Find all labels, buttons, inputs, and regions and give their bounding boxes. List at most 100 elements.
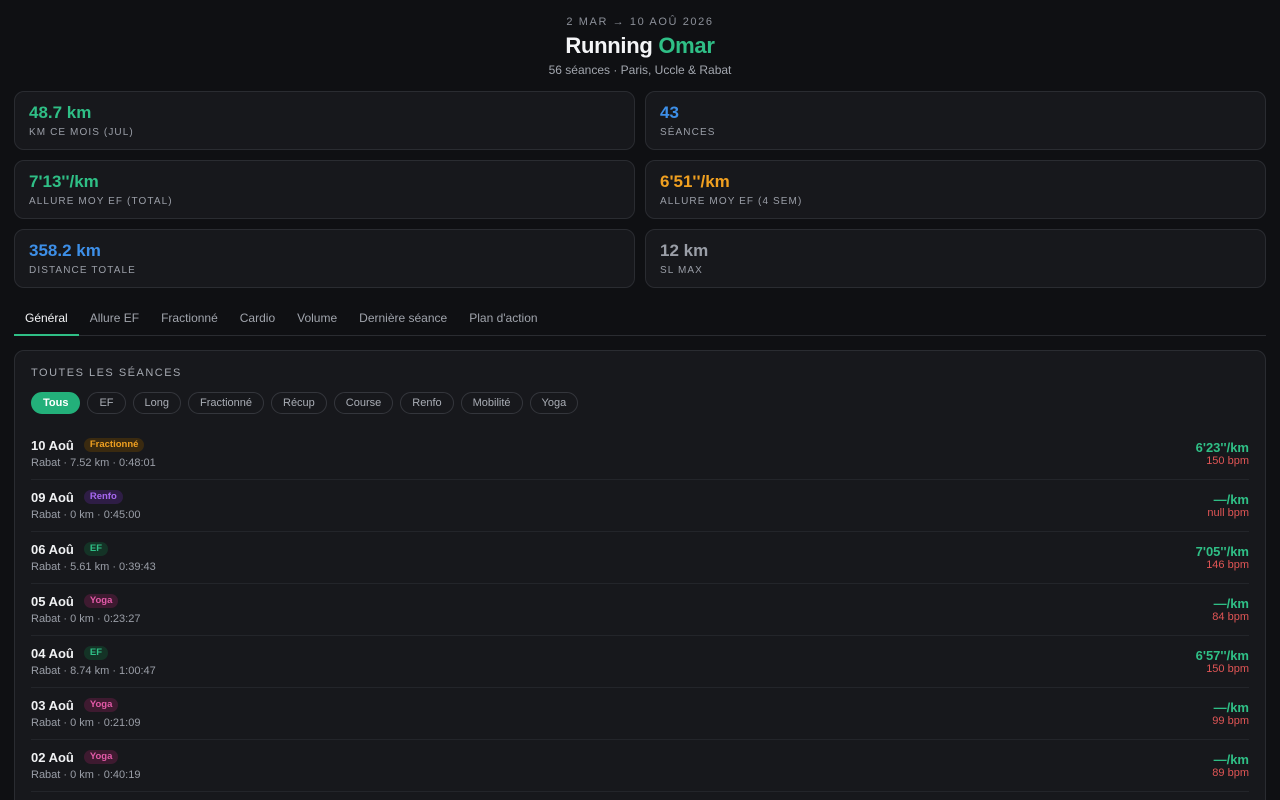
session-bpm: 146 bpm <box>1206 559 1249 571</box>
session-pace: 6'23''/km <box>1195 440 1249 455</box>
session-info: 03 Aoû Yoga Rabat · 0 km · 0:21:09 <box>31 697 140 739</box>
session-info: 06 Aoû EF Rabat · 5.61 km · 0:39:43 <box>31 541 156 583</box>
session-heading: 02 Aoû Yoga <box>31 749 140 765</box>
stat-card: 12 km SL MAX <box>645 229 1266 288</box>
tab-cardio[interactable]: Cardio <box>229 301 286 336</box>
stat-value: 6'51''/km <box>660 172 730 191</box>
session-type-badge: EF <box>83 646 108 660</box>
panel-title: TOUTES LES SÉANCES <box>31 367 182 379</box>
session-bpm: 99 bpm <box>1212 715 1249 727</box>
session-stats: —/km null bpm <box>1207 489 1249 531</box>
session-date: 09 Aoû <box>31 489 74 505</box>
filter-chip-fractionn-[interactable]: Fractionné <box>188 392 264 414</box>
sessions-list: 10 Aoû Fractionné Rabat · 7.52 km · 0:48:0… <box>31 428 1249 792</box>
page: 2 MAR → 10 AOÛ 2026 Running Omar 56 séan… <box>0 0 1280 800</box>
session-date: 04 Aoû <box>31 645 74 661</box>
session-meta: Rabat · 0 km · 0:23:27 <box>31 613 141 625</box>
session-info: 05 Aoû Yoga Rabat · 0 km · 0:23:27 <box>31 593 140 635</box>
stat-value: 7'13''/km <box>29 172 99 191</box>
stat-card: 7'13''/km ALLURE MOY EF (TOTAL) <box>14 160 635 219</box>
title-main: Running <box>565 33 653 58</box>
session-row[interactable]: 06 Aoû EF Rabat · 5.61 km · 0:39:43 7'05''/… <box>31 532 1249 584</box>
date-range: 2 MAR → 10 AOÛ 2026 <box>566 16 714 28</box>
session-row[interactable]: 03 Aoû Yoga Rabat · 0 km · 0:21:09 —/km 99 b… <box>31 688 1249 740</box>
session-pace: —/km <box>1213 492 1249 507</box>
session-pace: —/km <box>1213 752 1249 767</box>
tab-fractionn-[interactable]: Fractionné <box>150 301 229 336</box>
session-info: 02 Aoû Yoga Rabat · 0 km · 0:40:19 <box>31 749 140 791</box>
session-date: 05 Aoû <box>31 593 74 609</box>
stats-grid: 48.7 km KM CE MOIS (JUL) 43 SÉANCES 7'13''/k… <box>14 91 1266 288</box>
filter-chips: Tous EF Long Fractionné Récup Course Renfo Mobi… <box>31 392 1249 414</box>
stat-card: 48.7 km KM CE MOIS (JUL) <box>14 91 635 150</box>
session-date: 10 Aoû <box>31 437 74 453</box>
session-info: 10 Aoû Fractionné Rabat · 7.52 km · 0:48:0… <box>31 437 156 479</box>
session-info: 09 Aoû Renfo Rabat · 0 km · 0:45:00 <box>31 489 140 531</box>
session-pace: —/km <box>1213 596 1249 611</box>
stat-label: SL MAX <box>660 265 703 276</box>
session-stats: 6'57''/km 150 bpm <box>1196 645 1249 687</box>
session-heading: 04 Aoû EF <box>31 645 156 661</box>
tab-plan-d-action[interactable]: Plan d'action <box>458 301 548 336</box>
session-meta: Rabat · 5.61 km · 0:39:43 <box>31 561 156 573</box>
session-meta: Rabat · 0 km · 0:21:09 <box>31 717 141 729</box>
stat-value: 48.7 km <box>29 103 92 122</box>
session-pace: 7'05''/km <box>1195 544 1249 559</box>
session-meta: Rabat · 7.52 km · 0:48:01 <box>31 457 156 469</box>
tab-g-n-ral[interactable]: Général <box>14 301 79 336</box>
sessions-panel: TOUTES LES SÉANCES Tous EF Long Fractionné R… <box>14 350 1266 800</box>
page-title: Running Omar <box>0 34 1280 58</box>
session-bpm: 150 bpm <box>1206 663 1249 675</box>
stat-value: 358.2 km <box>29 241 101 260</box>
filter-chip-renfo[interactable]: Renfo <box>400 392 454 414</box>
session-date: 02 Aoû <box>31 749 74 765</box>
session-stats: —/km 84 bpm <box>1212 593 1249 635</box>
filter-chip-long[interactable]: Long <box>132 392 182 414</box>
tab-volume[interactable]: Volume <box>286 301 348 336</box>
stat-label: ALLURE MOY EF (TOTAL) <box>29 196 173 207</box>
session-meta: Rabat · 0 km · 0:45:00 <box>31 509 141 521</box>
stat-label: DISTANCE TOTALE <box>29 265 136 276</box>
session-stats: 6'23''/km 150 bpm <box>1196 437 1249 479</box>
session-info: 04 Aoû EF Rabat · 8.74 km · 1:00:47 <box>31 645 156 687</box>
session-heading: 10 Aoû Fractionné <box>31 437 156 453</box>
session-heading: 06 Aoû EF <box>31 541 156 557</box>
session-heading: 09 Aoû Renfo <box>31 489 140 505</box>
filter-chip-yoga[interactable]: Yoga <box>529 392 579 414</box>
session-bpm: 89 bpm <box>1212 767 1249 779</box>
tab-derni-re-s-ance[interactable]: Dernière séance <box>348 301 458 336</box>
subtitle: 56 séances · Paris, Uccle & Rabat <box>548 63 732 77</box>
filter-chip-mobilit-[interactable]: Mobilité <box>460 392 523 414</box>
tab-allure-ef[interactable]: Allure EF <box>79 301 150 336</box>
session-type-badge: Yoga <box>83 698 119 712</box>
session-row[interactable]: 02 Aoû Yoga Rabat · 0 km · 0:40:19 —/km 89 b… <box>31 740 1249 792</box>
stat-card: 43 SÉANCES <box>645 91 1266 150</box>
session-heading: 03 Aoû Yoga <box>31 697 140 713</box>
filter-chip-ef[interactable]: EF <box>87 392 126 414</box>
session-row[interactable]: 05 Aoû Yoga Rabat · 0 km · 0:23:27 —/km 84 b… <box>31 584 1249 636</box>
session-meta: Rabat · 8.74 km · 1:00:47 <box>31 665 156 677</box>
session-pace: —/km <box>1213 700 1249 715</box>
session-pace: 6'57''/km <box>1195 648 1249 663</box>
session-type-badge: EF <box>83 542 108 556</box>
session-type-badge: Yoga <box>83 594 119 608</box>
header: 2 MAR → 10 AOÛ 2026 Running Omar 56 séan… <box>0 0 1280 77</box>
session-date: 03 Aoû <box>31 697 74 713</box>
session-type-badge: Renfo <box>83 490 123 504</box>
session-type-badge: Fractionné <box>83 438 145 452</box>
session-bpm: 150 bpm <box>1206 455 1249 467</box>
session-heading: 05 Aoû Yoga <box>31 593 140 609</box>
filter-chip-tous[interactable]: Tous <box>31 392 81 414</box>
tab-bar: Général Allure EF Fractionné Cardio Volume De… <box>14 301 1266 336</box>
stat-card: 358.2 km DISTANCE TOTALE <box>14 229 635 288</box>
stat-label: ALLURE MOY EF (4 SEM) <box>660 196 803 207</box>
session-row[interactable]: 10 Aoû Fractionné Rabat · 7.52 km · 0:48:0… <box>31 428 1249 480</box>
session-stats: 7'05''/km 146 bpm <box>1196 541 1249 583</box>
session-bpm: 84 bpm <box>1212 611 1249 623</box>
stat-label: SÉANCES <box>660 127 716 138</box>
session-row[interactable]: 09 Aoû Renfo Rabat · 0 km · 0:45:00 —/km nul… <box>31 480 1249 532</box>
filter-chip-course[interactable]: Course <box>333 392 394 414</box>
filter-chip-r-cup[interactable]: Récup <box>271 392 327 414</box>
session-row[interactable]: 04 Aoû EF Rabat · 8.74 km · 1:00:47 6'57''/… <box>31 636 1249 688</box>
stat-card: 6'51''/km ALLURE MOY EF (4 SEM) <box>645 160 1266 219</box>
